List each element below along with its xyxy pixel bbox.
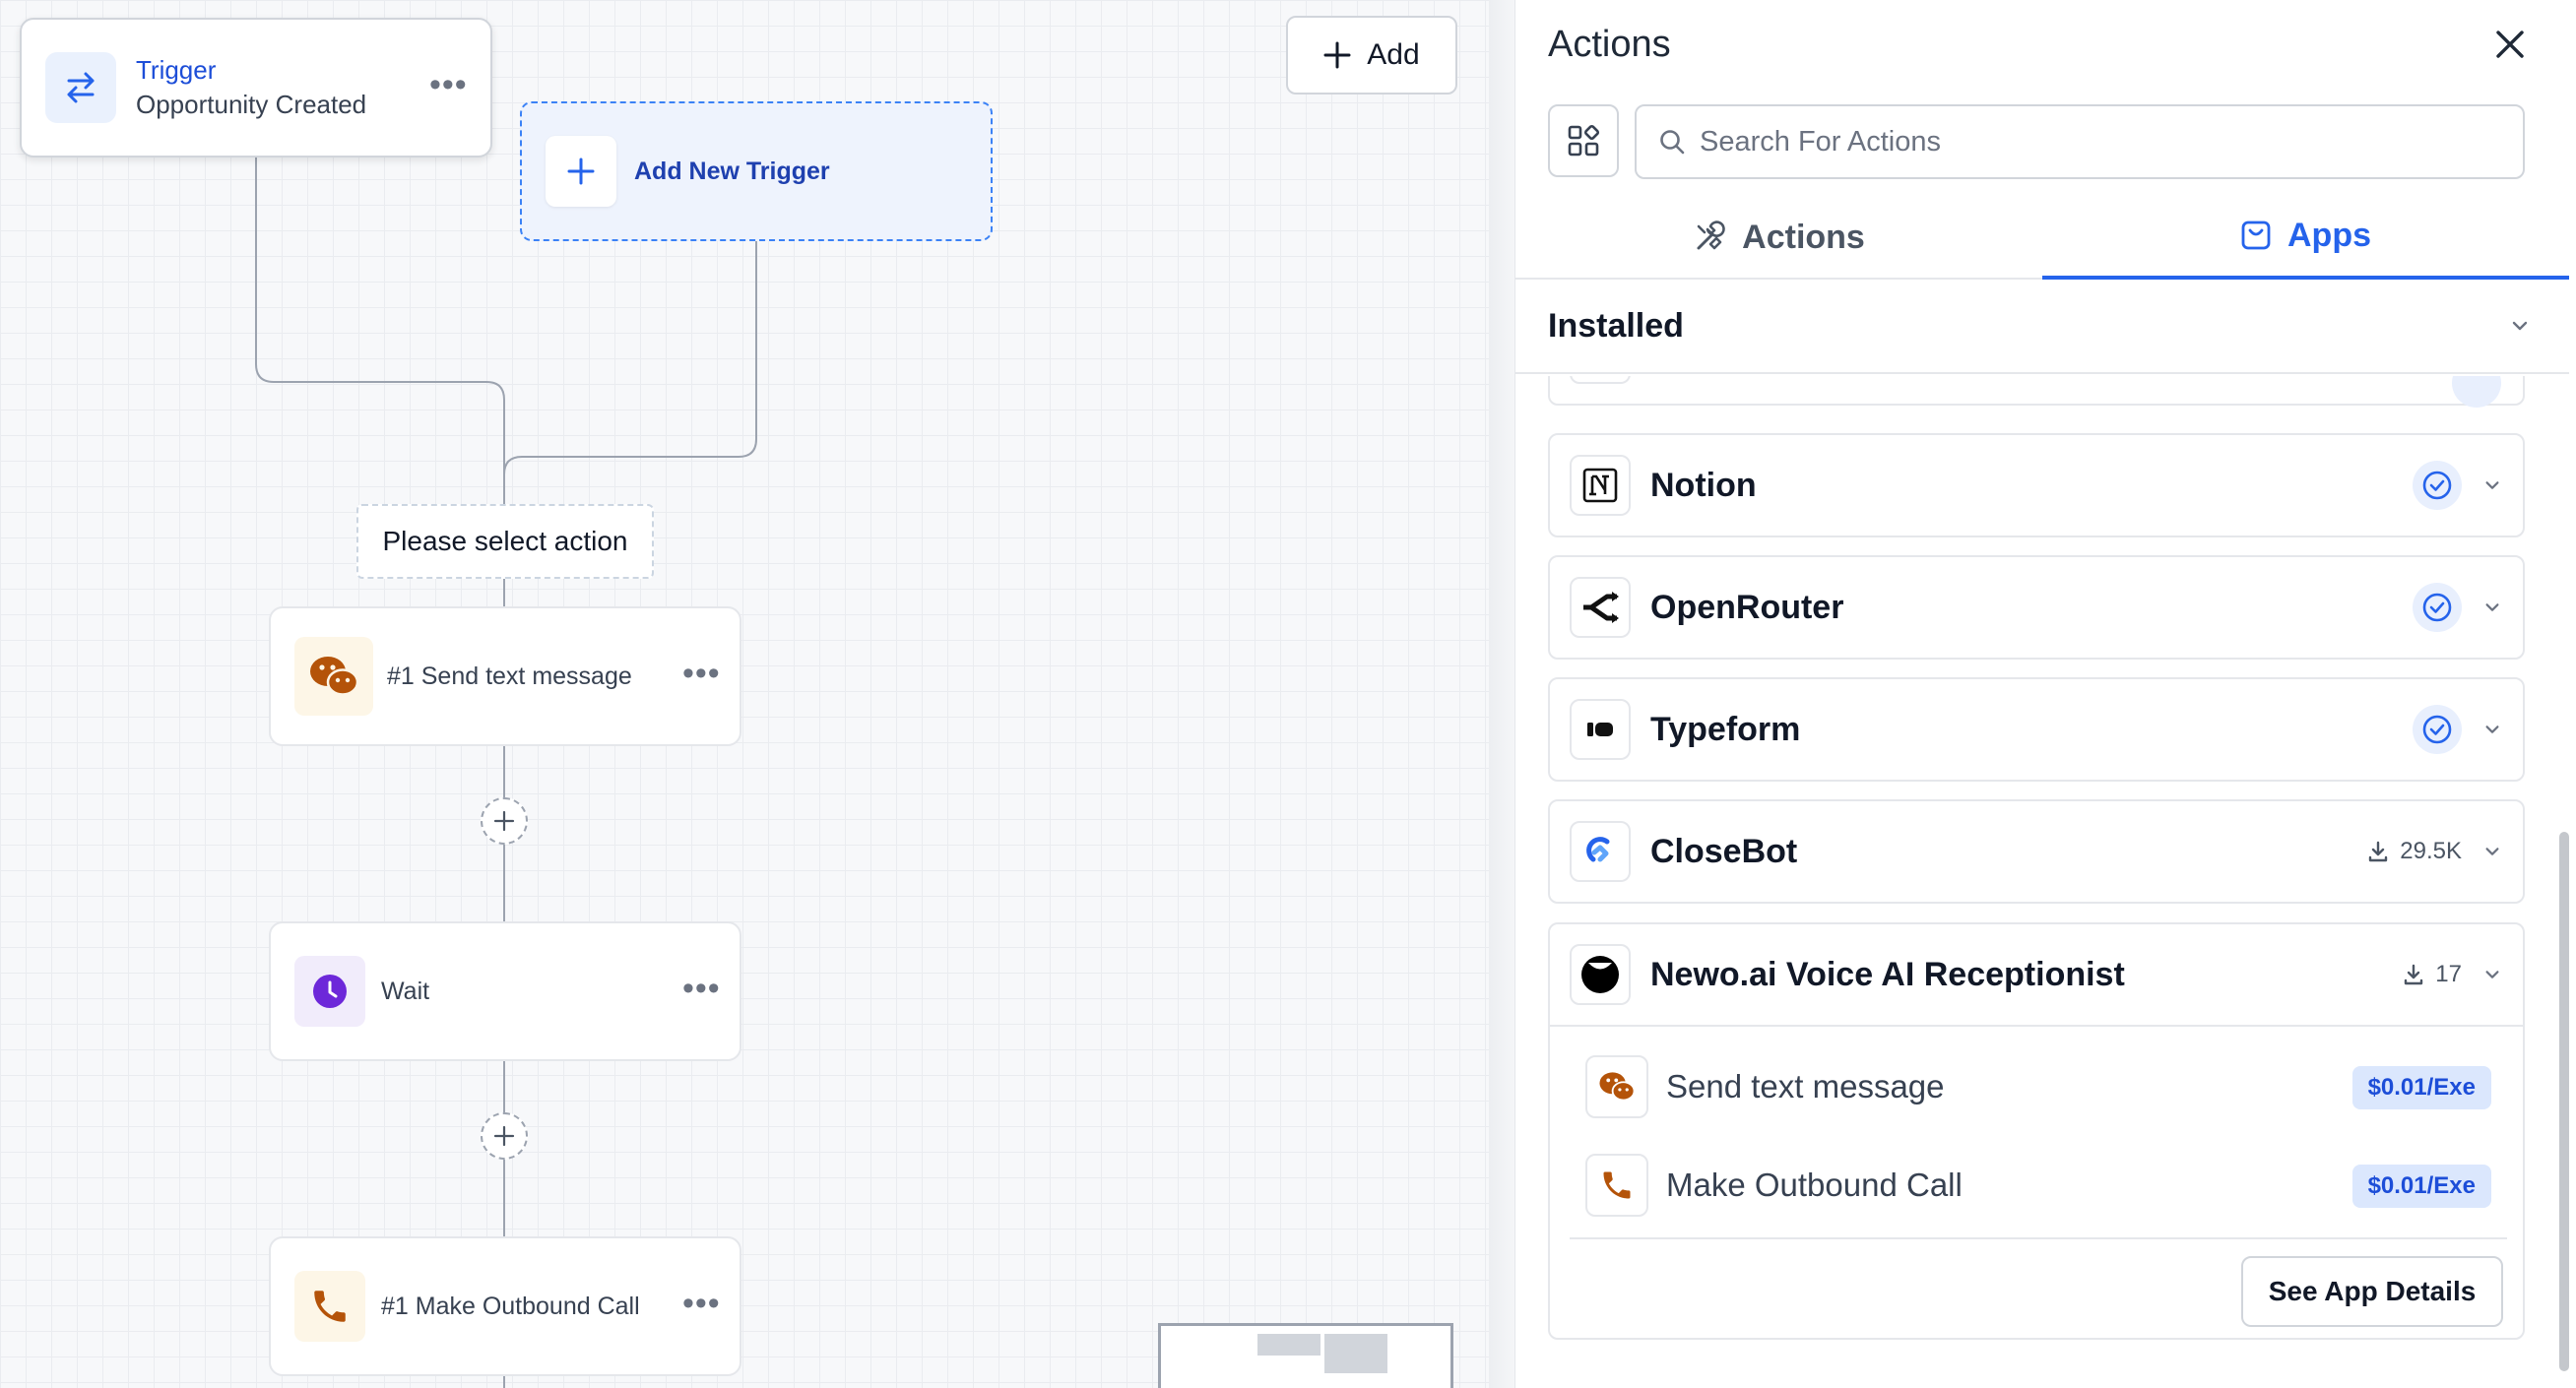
check-circle-icon [2413, 583, 2462, 632]
panel-divider [1489, 0, 1514, 1388]
minimap-block [1257, 1334, 1320, 1356]
app-card-typeform[interactable]: Typeform [1548, 677, 2525, 782]
app-logo [1570, 376, 1631, 384]
app-card-notion[interactable]: Notion [1548, 433, 2525, 537]
newo-logo [1570, 944, 1631, 1005]
chevron-down-icon[interactable] [2483, 843, 2501, 860]
price-badge: $0.01/Exe [2351, 1165, 2491, 1208]
see-app-details-label: See App Details [2268, 1276, 2477, 1306]
app-store-icon [2241, 221, 2271, 250]
app-action-label: Make Outbound Call [1666, 1167, 1963, 1203]
tab-apps[interactable]: Apps [2042, 195, 2569, 280]
app-name: Typeform [1650, 710, 1801, 748]
chevron-down-icon[interactable] [2483, 721, 2501, 738]
phone-icon [294, 1271, 365, 1342]
workflow-node-wait[interactable]: Wait ••• [269, 921, 741, 1061]
chevron-down-icon [2512, 321, 2528, 331]
view-toggle-button[interactable] [1548, 104, 1619, 177]
trigger-node[interactable]: Trigger Opportunity Created ••• [20, 18, 492, 158]
add-button-label: Add [1367, 38, 1420, 71]
add-button[interactable]: Add [1286, 16, 1457, 95]
workflow-node-outbound-call[interactable]: #1 Make Outbound Call ••• [269, 1236, 741, 1376]
close-icon[interactable] [2493, 28, 2527, 66]
app-action-label: Send text message [1666, 1068, 1945, 1104]
actions-panel: Actions Actions [1514, 0, 2576, 1388]
app-card-header[interactable]: Newo.ai Voice AI Receptionist 17 [1550, 924, 2523, 1027]
search-input[interactable] [1700, 125, 2487, 158]
trigger-event-name: Opportunity Created [136, 90, 367, 119]
app-name: Notion [1650, 466, 1757, 504]
add-step-button[interactable] [481, 797, 528, 845]
select-action-placeholder[interactable]: Please select action [356, 504, 654, 579]
installed-section-header[interactable]: Installed [1515, 280, 2569, 374]
swap-arrows-icon [45, 52, 116, 123]
add-new-trigger-button[interactable]: Add New Trigger [520, 101, 993, 241]
plus-icon [1323, 41, 1351, 69]
search-field[interactable] [1635, 104, 2525, 179]
divider [1570, 1237, 2507, 1239]
minimap[interactable] [1158, 1323, 1453, 1388]
installed-apps-list[interactable]: Notion OpenRouter Typeform CloseBot 29.5… [1515, 376, 2569, 1370]
app-name: OpenRouter [1650, 588, 1844, 626]
workflow-canvas[interactable]: Trigger Opportunity Created ••• Add New … [0, 0, 1489, 1388]
more-options-icon[interactable]: ••• [682, 657, 721, 690]
chevron-down-icon[interactable] [2483, 476, 2501, 494]
workflow-node-send-text[interactable]: #1 Send text message ••• [269, 606, 741, 746]
app-card-openrouter[interactable]: OpenRouter [1548, 555, 2525, 660]
add-step-button[interactable] [481, 1112, 528, 1160]
panel-title: Actions [1548, 24, 1671, 65]
add-new-trigger-label: Add New Trigger [634, 157, 830, 185]
tab-actions-label: Actions [1742, 218, 1865, 256]
app-name: Newo.ai Voice AI Receptionist [1650, 955, 2125, 993]
check-circle-icon [2413, 461, 2462, 510]
openrouter-logo [1570, 577, 1631, 638]
wechat-icon [1585, 1055, 1648, 1118]
more-options-icon[interactable]: ••• [682, 972, 721, 1005]
panel-tabs: Actions Apps [1515, 195, 2569, 280]
app-action-send-text[interactable]: Send text message $0.01/Exe [1585, 1052, 2491, 1121]
app-action-outbound-call[interactable]: Make Outbound Call $0.01/Exe [1585, 1151, 2491, 1220]
node-label: #1 Make Outbound Call [381, 1292, 640, 1320]
grid-icon [1568, 124, 1600, 157]
phone-icon [1585, 1154, 1648, 1217]
section-title: Installed [1548, 306, 1684, 345]
app-card-newo-expanded: Newo.ai Voice AI Receptionist 17 Send te… [1548, 922, 2525, 1340]
download-icon [2369, 841, 2388, 862]
plus-icon [546, 136, 616, 207]
trigger-title: Trigger [136, 55, 217, 85]
minimap-block [1324, 1334, 1387, 1373]
more-options-icon[interactable]: ••• [429, 68, 468, 101]
app-card-closebot[interactable]: CloseBot 29.5K [1548, 799, 2525, 904]
search-icon [1660, 130, 1685, 155]
download-count: 29.5K [2366, 838, 2462, 865]
typeform-logo [1570, 699, 1631, 760]
check-circle-icon [2452, 376, 2501, 408]
scrollbar-thumb[interactable] [2559, 832, 2569, 1371]
check-circle-icon [2413, 705, 2462, 754]
download-count-value: 17 [2435, 961, 2462, 987]
wechat-icon [294, 637, 373, 716]
clock-icon [294, 956, 365, 1027]
node-label: Wait [381, 977, 430, 1005]
node-label: #1 Send text message [387, 662, 632, 690]
notion-logo [1570, 455, 1631, 516]
app-name: CloseBot [1650, 832, 1798, 870]
select-action-text: Please select action [382, 526, 628, 556]
tab-actions[interactable]: Actions [1515, 195, 2042, 280]
closebot-logo [1570, 821, 1631, 882]
chevron-down-icon[interactable] [2483, 966, 2501, 983]
app-card-partial[interactable] [1548, 376, 2525, 408]
tab-apps-label: Apps [2287, 216, 2371, 254]
price-badge: $0.01/Exe [2351, 1066, 2491, 1109]
tools-icon [1697, 221, 1725, 250]
download-count-value: 29.5K [2400, 838, 2462, 864]
see-app-details-button[interactable]: See App Details [2241, 1256, 2503, 1327]
more-options-icon[interactable]: ••• [682, 1287, 721, 1320]
download-icon [2405, 964, 2423, 985]
download-count: 17 [2402, 961, 2462, 988]
chevron-down-icon[interactable] [2483, 599, 2501, 616]
